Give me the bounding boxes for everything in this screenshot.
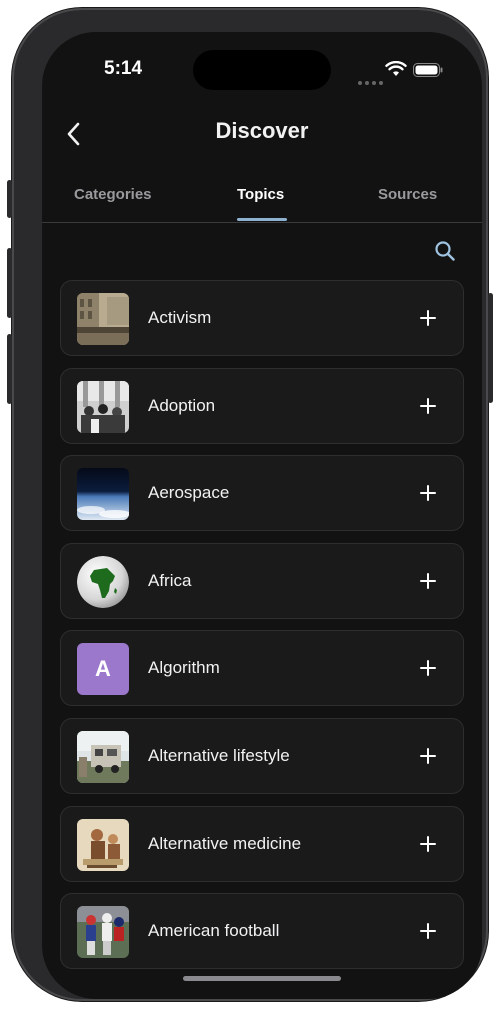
plus-icon <box>420 923 436 940</box>
topic-thumbnail <box>77 906 129 959</box>
add-topic-button[interactable] <box>413 653 443 683</box>
letter-avatar: A <box>77 643 129 696</box>
plus-icon <box>420 660 436 677</box>
nav-header: Discover <box>42 112 482 156</box>
tab-indicator <box>237 218 287 221</box>
add-topic-button[interactable] <box>413 303 443 333</box>
list-item[interactable]: Activism <box>60 280 464 356</box>
topic-label: Adoption <box>148 395 216 415</box>
topics-list: Activism Adoption Aerospace Africa A Alg… <box>60 280 464 981</box>
list-item[interactable]: Africa <box>60 542 464 619</box>
topic-thumbnail <box>77 555 129 608</box>
tab-sources[interactable]: Sources <box>378 186 437 203</box>
topic-label: Activism <box>148 308 212 327</box>
wifi-icon <box>385 61 407 76</box>
plus-icon <box>420 310 436 326</box>
photo-earth-from-space <box>77 468 129 521</box>
topic-label: Alternative medicine <box>148 833 302 853</box>
topic-thumbnail <box>77 468 129 521</box>
list-item[interactable]: Adoption <box>60 367 464 444</box>
search-button[interactable] <box>432 238 458 264</box>
photo-camper-trailer <box>77 730 129 783</box>
photo-bw-group <box>77 380 129 433</box>
home-indicator[interactable] <box>183 976 341 981</box>
topic-label: Alternative lifestyle <box>148 745 290 765</box>
topic-thumbnail <box>77 380 129 433</box>
tab-topics[interactable]: Topics <box>237 186 284 203</box>
list-item[interactable]: Aerospace <box>60 455 464 532</box>
list-item[interactable]: Alternative medicine <box>60 805 464 882</box>
plus-icon <box>420 747 436 764</box>
status-bar: 5:14 <box>42 32 482 102</box>
globe-africa-icon <box>77 555 129 608</box>
plus-icon <box>420 485 436 502</box>
add-topic-button[interactable] <box>413 478 443 508</box>
topic-thumbnail <box>77 293 129 345</box>
plus-icon <box>420 397 436 414</box>
tab-categories[interactable]: Categories <box>74 186 152 203</box>
photo-street-crowd <box>77 293 129 345</box>
topic-label: Aerospace <box>148 483 230 503</box>
add-topic-button[interactable] <box>413 916 443 946</box>
add-topic-button[interactable] <box>413 391 443 421</box>
topic-thumbnail <box>77 730 129 783</box>
cellular-signal-icon <box>358 72 386 90</box>
avatar-letter: A <box>95 656 111 682</box>
topic-label: Africa <box>148 570 192 590</box>
plus-icon <box>420 572 436 589</box>
topic-label: Algorithm <box>148 658 220 678</box>
photo-vintage-illustration <box>77 818 129 871</box>
status-time: 5:14 <box>104 58 143 79</box>
topic-thumbnail <box>77 818 129 871</box>
plus-icon <box>420 835 436 852</box>
add-topic-button[interactable] <box>413 829 443 859</box>
list-item[interactable]: American football <box>60 893 464 970</box>
screen: 5:14 Discover Categories Topics Sources <box>42 32 482 999</box>
power-button <box>488 293 493 403</box>
add-topic-button[interactable] <box>413 566 443 596</box>
list-item[interactable]: Alternative lifestyle <box>60 717 464 794</box>
topic-label: American football <box>148 921 280 941</box>
page-title: Discover <box>215 118 309 143</box>
phone-inner: 5:14 Discover Categories Topics Sources <box>12 8 488 1001</box>
list-item[interactable]: A Algorithm <box>60 630 464 707</box>
photo-football-players <box>77 906 129 959</box>
battery-icon <box>413 63 443 77</box>
add-topic-button[interactable] <box>413 741 443 771</box>
search-icon <box>435 241 455 261</box>
dynamic-island <box>193 50 331 90</box>
tab-bar: Categories Topics Sources <box>42 172 482 223</box>
